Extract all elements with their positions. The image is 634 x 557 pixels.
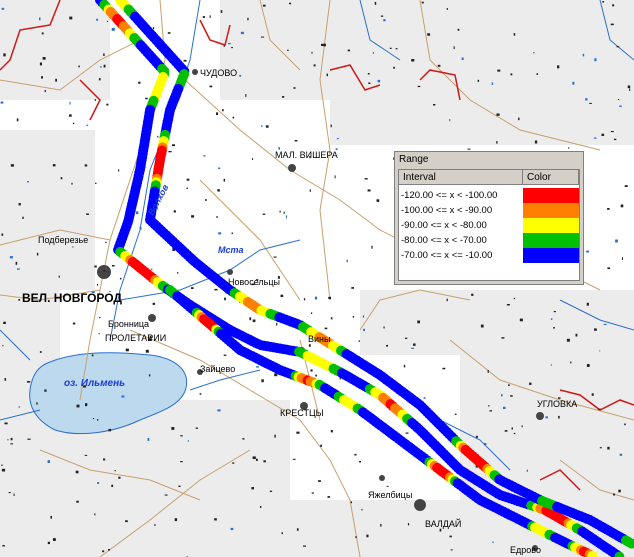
label-uglovka: УГЛОВКА [537, 399, 577, 409]
label-novoseltsy: Новосельцы [228, 277, 280, 287]
legend-row: -70.00 <= x <= -10.00 [399, 248, 579, 263]
label-podberezye: Подберезье [38, 235, 88, 245]
legend-row: -100.00 <= x < -90.00 [399, 203, 579, 218]
legend-header-interval[interactable]: Interval [399, 170, 523, 185]
label-zaytsevo: Зайцево [200, 364, 235, 374]
legend-row-label: -100.00 <= x < -90.00 [401, 205, 493, 216]
label-edrovo: Едрово [510, 545, 541, 555]
legend-swatch [523, 218, 579, 233]
label-viny: Вины [308, 334, 330, 344]
legend-table: Interval Color -120.00 <= x < -100.00 -1… [398, 169, 580, 281]
label-valday: ВАЛДАЙ [425, 518, 461, 529]
legend-header-color[interactable]: Color [523, 170, 579, 185]
legend-row: -120.00 <= x < -100.00 [399, 188, 579, 203]
range-legend[interactable]: Range Interval Color -120.00 <= x < -100… [394, 151, 584, 285]
legend-swatch [523, 233, 579, 248]
label-yazhelbitsy: Яжелбицы [368, 490, 412, 500]
legend-row: -80.00 <= x < -70.00 [399, 233, 579, 248]
legend-row-label: -90.00 <= x < -80.00 [401, 220, 487, 231]
legend-swatch [523, 188, 579, 203]
label-vel-novgorod: ВЕЛ. НОВГОРОД [22, 291, 122, 305]
legend-swatch [523, 248, 579, 263]
label-kresttsy: КРЕСТЦЫ [280, 408, 324, 418]
label-bronnitsa: Бронница [108, 319, 149, 329]
label-mal-vishera: МАЛ. ВИШЕРА [275, 150, 338, 160]
legend-row-label: -120.00 <= x < -100.00 [401, 190, 498, 201]
legend-title: Range [399, 154, 429, 165]
label-proletarii: ПРОЛЕТАРИИ [105, 333, 166, 343]
label-chudovo: ЧУДОВО [200, 68, 237, 78]
legend-swatch [523, 203, 579, 218]
legend-row: -90.00 <= x < -80.00 [399, 218, 579, 233]
label-msta: Мста [218, 245, 244, 255]
legend-row-label: -80.00 <= x < -70.00 [401, 235, 487, 246]
coverage-map[interactable]: ЧУДОВО МАЛ. ВИШЕРА Подберезье ВЕЛ. НОВГО… [0, 0, 634, 557]
label-ilmen: оз. Ильмень [64, 378, 125, 389]
legend-row-label: -70.00 <= x <= -10.00 [401, 250, 493, 261]
